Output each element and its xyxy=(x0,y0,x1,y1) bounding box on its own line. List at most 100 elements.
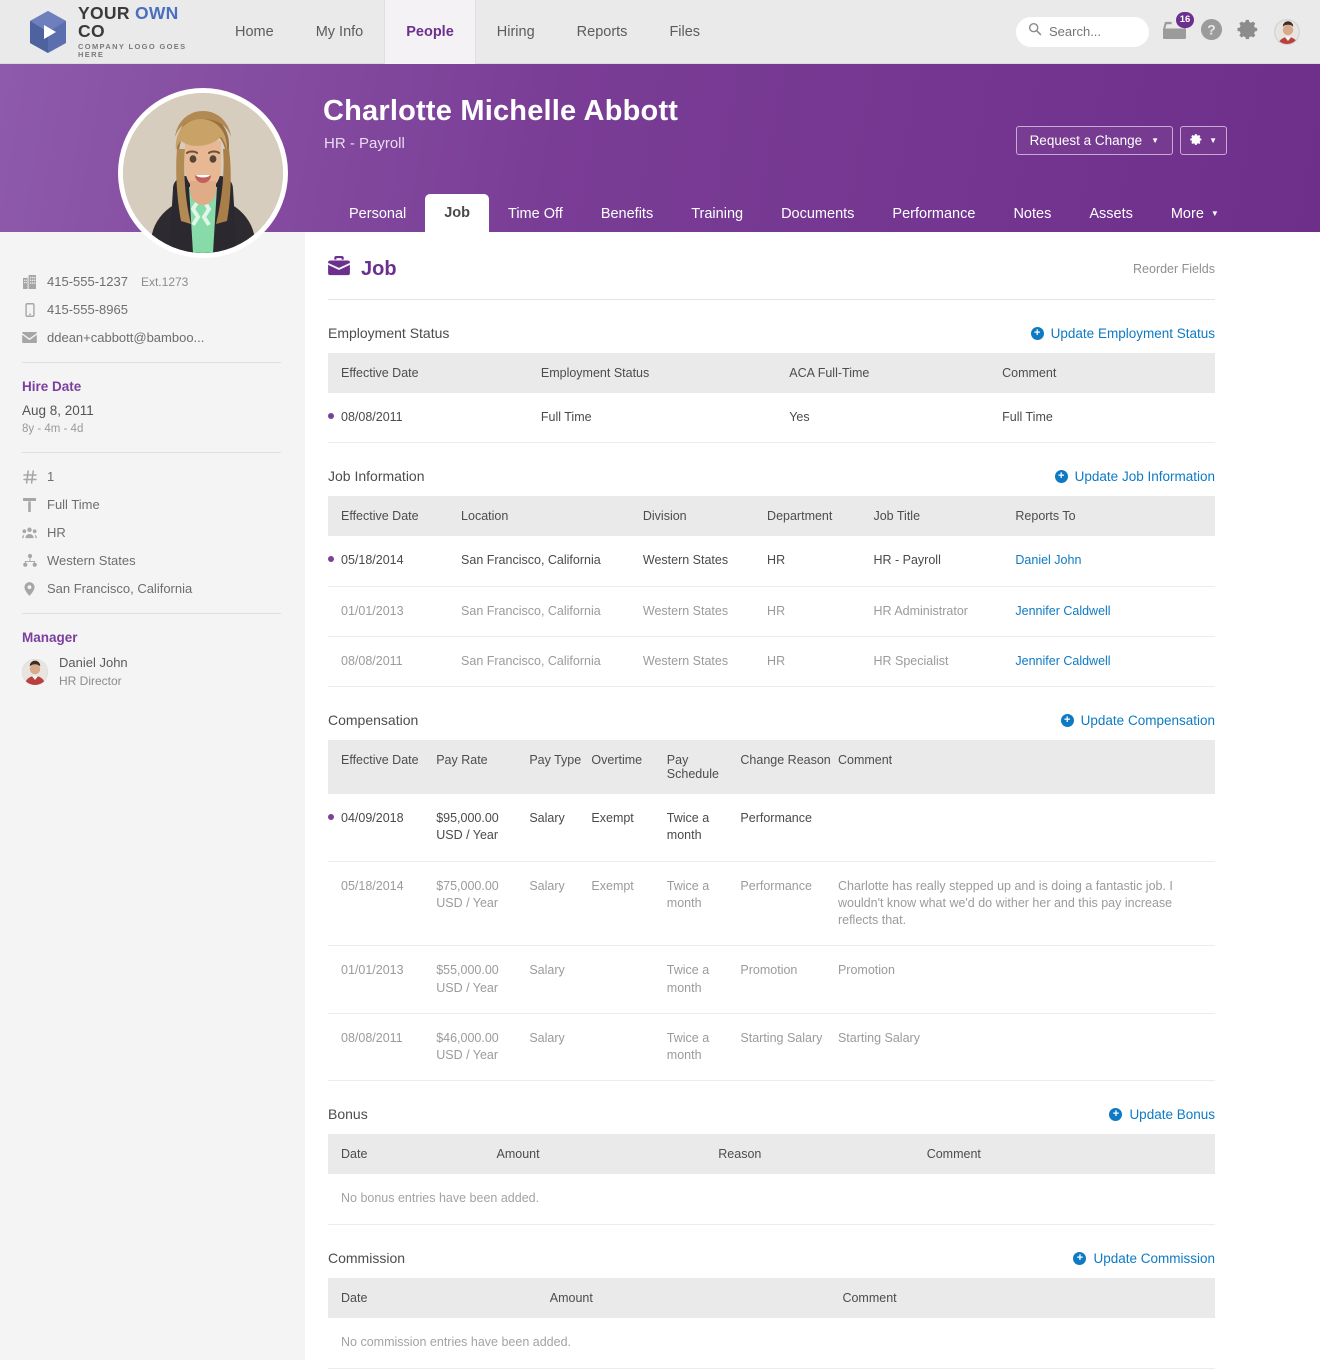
cell-division: Western States xyxy=(643,636,767,686)
update-compensation-button[interactable]: + Update Compensation xyxy=(1061,713,1215,728)
request-a-change-button[interactable]: Request a Change ▼ xyxy=(1016,126,1174,155)
update-bonus-label: Update Bonus xyxy=(1129,1107,1215,1122)
tab-assets[interactable]: Assets xyxy=(1070,196,1152,232)
work-phone-extension: Ext.1273 xyxy=(141,275,188,289)
division-icon xyxy=(22,553,37,568)
table-row[interactable]: 08/08/2011 Full Time Yes Full Time xyxy=(328,393,1215,443)
attribute-location: San Francisco, California xyxy=(22,581,281,596)
update-employment-status-button[interactable]: + Update Employment Status xyxy=(1031,326,1215,341)
email-value[interactable]: ddean+cabbott@bamboo... xyxy=(47,330,204,345)
cell-comment xyxy=(838,794,1215,861)
update-commission-button[interactable]: + Update Commission xyxy=(1073,1251,1215,1266)
cell-department: HR xyxy=(767,536,873,586)
cell-change-reason: Starting Salary xyxy=(740,1013,838,1081)
nav-tab-home[interactable]: Home xyxy=(214,0,295,64)
settings-button[interactable] xyxy=(1237,18,1260,46)
company-logo[interactable]: YOUR OWN CO COMPANY LOGO GOES HERE xyxy=(0,5,200,58)
tab-benefits[interactable]: Benefits xyxy=(582,196,672,232)
column-header: Department xyxy=(767,496,873,536)
section-header: Commission + Update Commission xyxy=(328,1250,1215,1266)
table-row[interactable]: 05/18/2014 San Francisco, California Wes… xyxy=(328,536,1215,586)
plus-icon: + xyxy=(1109,1108,1122,1121)
envelope-icon xyxy=(22,330,37,345)
cell-pay-schedule: Twice a month xyxy=(667,946,741,1014)
tab-training[interactable]: Training xyxy=(672,196,762,232)
table-row[interactable]: 08/08/2011 $46,000.00 USD / Year Salary … xyxy=(328,1013,1215,1081)
mobile-icon xyxy=(22,302,37,317)
table-row[interactable]: 05/18/2014 $75,000.00 USD / Year Salary … xyxy=(328,861,1215,946)
nav-tab-files[interactable]: Files xyxy=(648,0,721,64)
bonus-table: Date Amount Reason Comment xyxy=(328,1134,1215,1174)
logo-tagline: COMPANY LOGO GOES HERE xyxy=(78,43,200,58)
table-header-row: Date Amount Comment xyxy=(328,1278,1215,1318)
update-bonus-button[interactable]: + Update Bonus xyxy=(1109,1107,1215,1122)
commission-empty-message: No commission entries have been added. xyxy=(328,1318,1215,1369)
chevron-down-icon: ▼ xyxy=(1209,137,1217,145)
employee-settings-button[interactable]: ▼ xyxy=(1180,126,1227,155)
section-header: Employment Status + Update Employment St… xyxy=(328,325,1215,341)
tab-performance[interactable]: Performance xyxy=(873,196,994,232)
cell-overtime: Exempt xyxy=(591,861,666,946)
user-avatar[interactable] xyxy=(1274,19,1300,45)
manager-card[interactable]: Daniel John HR Director xyxy=(22,654,281,690)
cell-division: Western States xyxy=(643,536,767,586)
column-header: Effective Date xyxy=(328,740,436,794)
search-input[interactable] xyxy=(1049,24,1141,39)
nav-right-actions: 16 ? xyxy=(1016,17,1320,47)
inbox-button[interactable]: 16 xyxy=(1163,19,1186,44)
tab-documents[interactable]: Documents xyxy=(762,196,873,232)
department-icon xyxy=(22,525,37,540)
tab-more[interactable]: More ▼ xyxy=(1152,196,1238,232)
reports-to-link[interactable]: Daniel John xyxy=(1015,553,1081,567)
table-row[interactable]: 08/08/2011 San Francisco, California Wes… xyxy=(328,636,1215,686)
table-row[interactable]: 01/01/2013 San Francisco, California Wes… xyxy=(328,586,1215,636)
cell-pay-type: Salary xyxy=(529,946,591,1014)
column-header: Overtime xyxy=(591,740,666,794)
update-job-information-label: Update Job Information xyxy=(1075,469,1215,484)
svg-text:?: ? xyxy=(1207,21,1215,37)
cell-pay-type: Salary xyxy=(529,861,591,946)
cell-effective-date: 05/18/2014 xyxy=(328,861,436,946)
main-content: Job Reorder Fields Employment Status + U… xyxy=(305,232,1320,1369)
help-button[interactable]: ? xyxy=(1200,18,1223,46)
plus-icon: + xyxy=(1061,714,1074,727)
reports-to-link[interactable]: Jennifer Caldwell xyxy=(1015,604,1110,618)
department-value: HR xyxy=(47,525,66,540)
column-header: Reports To xyxy=(1015,496,1215,536)
nav-tab-my-info[interactable]: My Info xyxy=(295,0,385,64)
update-job-information-button[interactable]: + Update Job Information xyxy=(1055,469,1215,484)
table-row[interactable]: 04/09/2018 $95,000.00 USD / Year Salary … xyxy=(328,794,1215,861)
search-icon xyxy=(1028,22,1042,41)
tab-job[interactable]: Job xyxy=(425,194,489,232)
division-value: Western States xyxy=(47,553,136,568)
employee-photo[interactable] xyxy=(118,88,288,258)
cell-pay-rate: $55,000.00 USD / Year xyxy=(436,946,529,1014)
cell-change-reason: Performance xyxy=(740,794,838,861)
reorder-fields-link[interactable]: Reorder Fields xyxy=(1133,262,1215,276)
cell-division: Western States xyxy=(643,586,767,636)
tab-personal[interactable]: Personal xyxy=(330,196,425,232)
cell-overtime xyxy=(591,1013,666,1081)
cell-location: San Francisco, California xyxy=(461,586,643,636)
cell-employment-status: Full Time xyxy=(541,393,789,443)
cell-effective-date: 08/08/2011 xyxy=(328,393,541,443)
cell-pay-type: Salary xyxy=(529,1013,591,1081)
nav-tab-people[interactable]: People xyxy=(384,0,476,64)
reports-to-link[interactable]: Jennifer Caldwell xyxy=(1015,654,1110,668)
page-title-row: Job Reorder Fields xyxy=(328,256,1215,300)
table-row[interactable]: 01/01/2013 $55,000.00 USD / Year Salary … xyxy=(328,946,1215,1014)
current-record-dot xyxy=(328,556,334,562)
cell-reports-to: Jennifer Caldwell xyxy=(1015,586,1215,636)
tab-notes[interactable]: Notes xyxy=(994,196,1070,232)
tab-time-off[interactable]: Time Off xyxy=(489,196,582,232)
nav-tab-reports[interactable]: Reports xyxy=(556,0,649,64)
update-compensation-label: Update Compensation xyxy=(1081,713,1215,728)
column-header: Date xyxy=(328,1134,497,1174)
search-box[interactable] xyxy=(1016,17,1149,47)
chevron-down-icon: ▼ xyxy=(1211,210,1219,218)
column-header: Comment xyxy=(842,1278,1215,1318)
nav-tab-hiring[interactable]: Hiring xyxy=(476,0,556,64)
column-header: Employment Status xyxy=(541,353,789,393)
current-record-dot xyxy=(328,814,334,820)
section-header: Job Information + Update Job Information xyxy=(328,468,1215,484)
